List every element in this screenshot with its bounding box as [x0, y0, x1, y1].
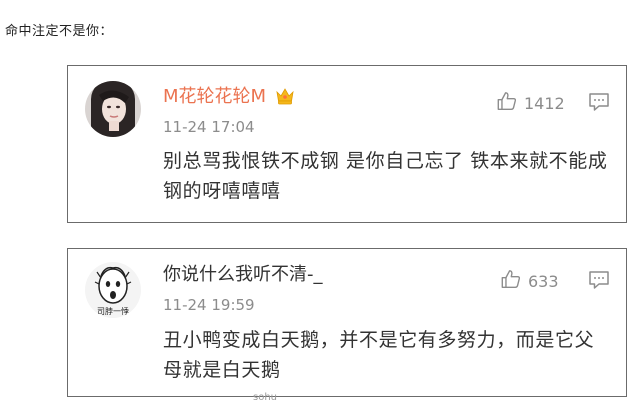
- thumbs-up-icon: [500, 268, 522, 294]
- like-count: 1412: [524, 93, 565, 113]
- username[interactable]: 你说什么我听不清-_: [163, 264, 323, 286]
- avatar-photo-icon: [85, 81, 141, 137]
- crown-vip-icon: [275, 87, 295, 111]
- comment-text: 别总骂我恨铁不成钢 是你自己忘了 铁本来就不能成钢的呀嘻嘻嘻: [163, 150, 608, 202]
- avatar[interactable]: [85, 81, 141, 137]
- thumbs-up-icon: [496, 90, 518, 116]
- comment-card: M花轮花轮M 11-24 17:04 别总骂我恨铁不成钢 是你自己忘了 铁本来就…: [67, 65, 627, 223]
- username-text[interactable]: 你说什么我听不清-_: [163, 264, 323, 285]
- comment-timestamp: 11-24 19:59: [163, 296, 255, 314]
- comment-card: 司脖一悸 你说什么我听不清-_ 11-24 19:59 丑小鸭变成白天鹅，并不是…: [67, 248, 627, 397]
- cartoon-face-avatar-icon: 司脖一悸: [85, 262, 141, 318]
- username-text[interactable]: M花轮花轮M: [163, 86, 266, 107]
- comment-timestamp: 11-24 17:04: [163, 118, 255, 136]
- page-caption: 命中注定不是你：: [5, 24, 114, 39]
- avatar-caption: 司脖一悸: [97, 306, 129, 316]
- reply-button[interactable]: [588, 270, 610, 294]
- like-button[interactable]: 633: [500, 268, 559, 294]
- watermark: sohu: [253, 392, 278, 403]
- like-button[interactable]: 1412: [496, 90, 565, 116]
- comment-icon: [589, 271, 609, 289]
- comment-text: 丑小鸭变成白天鹅，并不是它有多努力，而是它父母就是白天鹅: [163, 329, 595, 381]
- comment-icon: [589, 93, 609, 111]
- username[interactable]: M花轮花轮M: [163, 86, 295, 111]
- reply-button[interactable]: [588, 92, 610, 116]
- like-count: 633: [528, 271, 559, 291]
- avatar[interactable]: 司脖一悸: [85, 262, 141, 318]
